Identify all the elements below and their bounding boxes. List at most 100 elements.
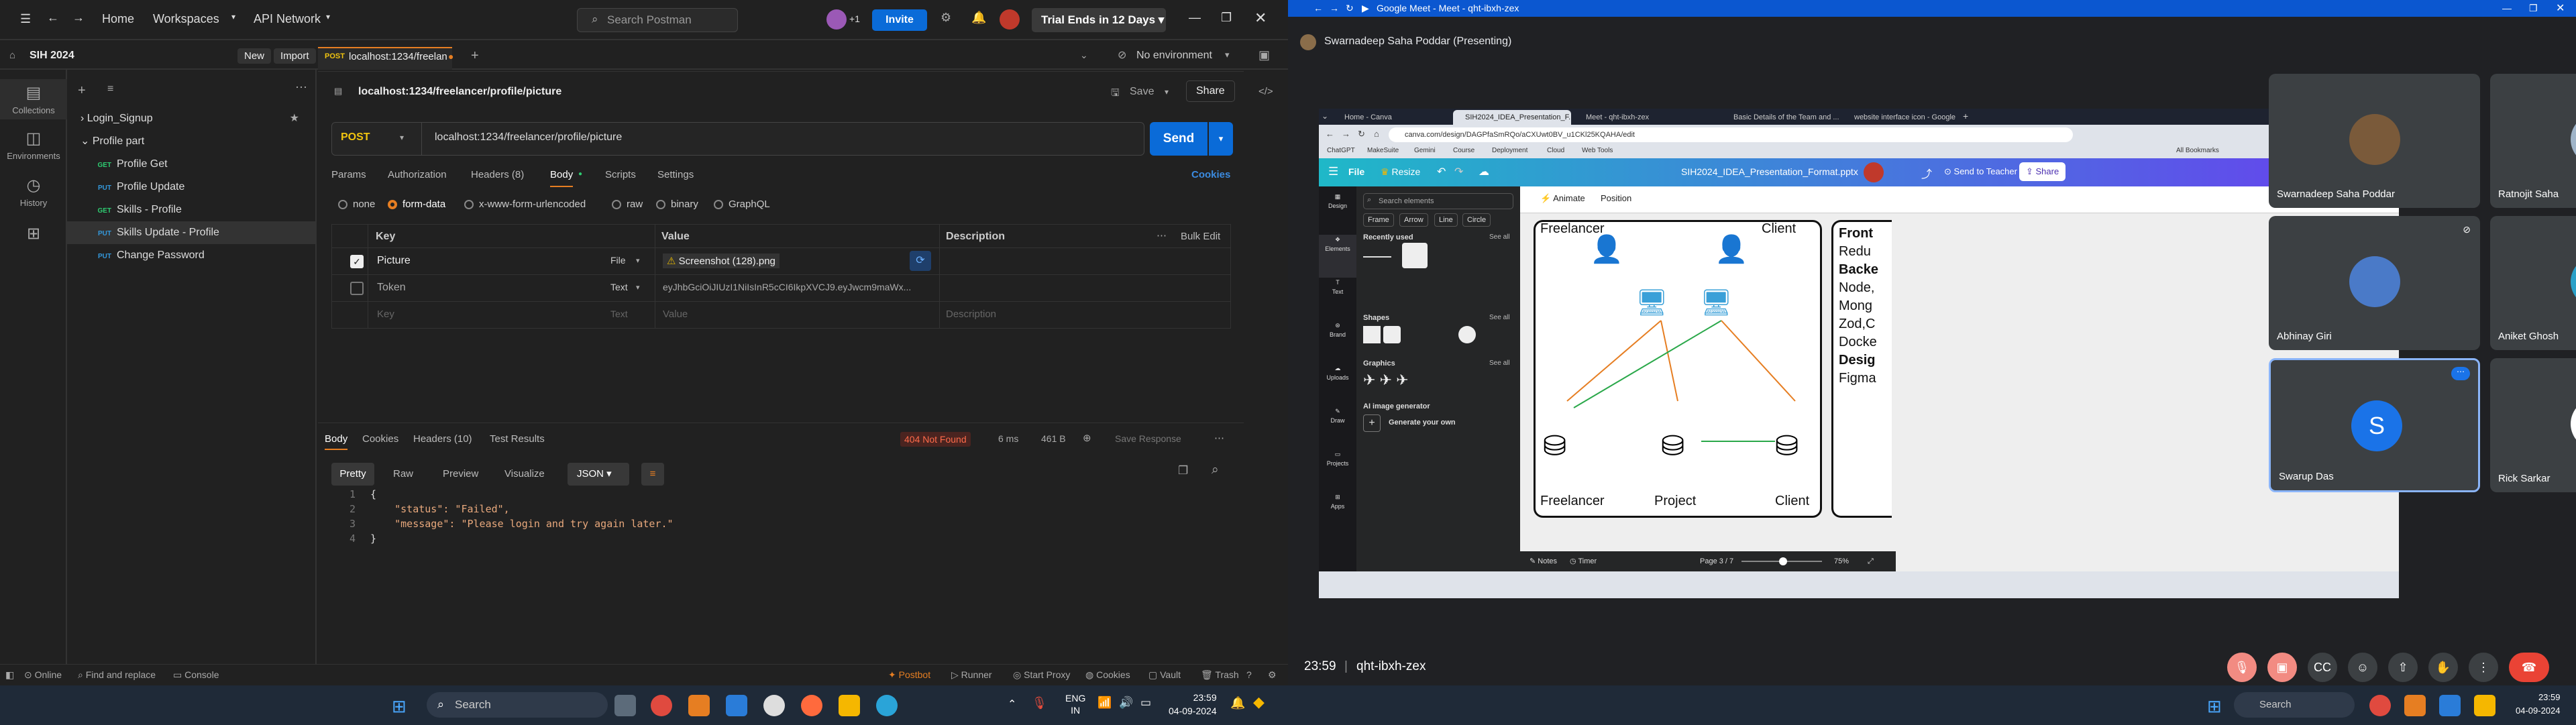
address-bar[interactable]: canva.com/design/DAGPfaSmRQo/aCXUwt0BV_u… xyxy=(1389,127,2073,142)
tab-headers[interactable]: Headers (8) xyxy=(471,169,524,180)
tabs-menu-icon[interactable]: ⌄ xyxy=(1080,50,1088,61)
add-icon[interactable]: + xyxy=(78,83,86,99)
new-tab-icon[interactable]: + xyxy=(1963,111,1968,121)
back-icon[interactable]: ← xyxy=(1313,0,1323,17)
windows-start-icon[interactable]: ⊞ xyxy=(392,696,407,717)
mic-icon[interactable]: 🎙 xyxy=(1032,696,1047,710)
tree-item-request[interactable]: PUT Profile Update xyxy=(67,176,317,199)
user-avatar[interactable] xyxy=(1000,9,1020,30)
format-select[interactable]: JSON ▾ xyxy=(568,463,629,486)
folder-icon[interactable] xyxy=(2474,695,2496,716)
shape-rounded-square[interactable] xyxy=(1383,326,1401,343)
more-options-button[interactable]: ⋮ xyxy=(2469,653,2498,682)
tree-item-request[interactable]: PUT Change Password xyxy=(67,244,317,267)
new-button[interactable]: New xyxy=(237,48,272,64)
kv-type-select[interactable]: Text xyxy=(610,309,628,319)
browser-tab[interactable]: website interface icon - Google xyxy=(1842,110,1960,125)
row-checkbox[interactable] xyxy=(350,282,364,295)
maximize-icon[interactable]: ❐ xyxy=(2529,0,2538,17)
app-icon[interactable] xyxy=(801,695,822,716)
bell-icon[interactable]: 🔔 xyxy=(971,11,986,25)
side-apps[interactable]: ⊞ Apps xyxy=(1319,492,1356,535)
browser-tab[interactable]: Home - Canva xyxy=(1332,110,1450,125)
kv-key-placeholder[interactable]: Key xyxy=(377,309,394,320)
page-indicator[interactable]: Page 3 / 7 xyxy=(1700,551,1733,571)
response-tab-tests[interactable]: Test Results xyxy=(490,433,545,445)
leave-call-button[interactable]: ☎ xyxy=(2509,653,2549,682)
settings-icon[interactable]: ⚙ xyxy=(1268,665,1277,685)
raise-hand-button[interactable]: ✋ xyxy=(2428,653,2458,682)
battery-icon[interactable]: ▭ xyxy=(1140,696,1151,710)
chip-arrow[interactable]: Arrow xyxy=(1399,213,1428,227)
browser-tab[interactable]: Meet - qht-ibxh-zex xyxy=(1574,110,1692,125)
radio-graphql[interactable] xyxy=(714,200,723,209)
camera-off-button[interactable]: ▣ xyxy=(2267,653,2297,682)
layout-icon[interactable]: ▣ xyxy=(1258,48,1270,62)
new-tab-icon[interactable]: + xyxy=(471,48,479,64)
help-icon[interactable]: ? xyxy=(1246,665,1252,685)
chip-circle[interactable]: Circle xyxy=(1462,213,1491,227)
bookmark[interactable]: ChatGPT xyxy=(1327,147,1355,154)
view-preview[interactable]: Preview xyxy=(443,468,478,480)
redo-icon[interactable]: ↷ xyxy=(1454,165,1463,178)
side-design[interactable]: ▦ Design xyxy=(1319,192,1356,235)
home-link[interactable]: Home xyxy=(102,12,134,26)
clock[interactable]: 23:59 04-09-2024 xyxy=(1169,691,1217,718)
bell-icon[interactable]: 🔔 xyxy=(1230,696,1245,710)
url-input[interactable]: localhost:1234/freelancer/profile/pictur… xyxy=(435,131,622,144)
present-button[interactable]: ⇧ xyxy=(2388,653,2418,682)
rail-history[interactable]: ◷ History xyxy=(0,176,67,208)
task-view-icon[interactable] xyxy=(614,695,636,716)
menu-icon[interactable]: ☰ xyxy=(1328,165,1338,178)
captions-button[interactable]: CC xyxy=(2308,653,2337,682)
kv-type-select[interactable]: Text xyxy=(610,282,628,292)
upload-icon[interactable]: ⟳ xyxy=(910,251,931,271)
filter-icon[interactable]: ≡ xyxy=(107,83,113,95)
generate-plus-icon[interactable]: + xyxy=(1363,414,1381,432)
rail-flows[interactable]: ⊞ xyxy=(0,224,67,246)
minimize-icon[interactable]: — xyxy=(1189,11,1201,25)
close-icon[interactable]: ✕ xyxy=(2556,0,2565,17)
vscode-icon[interactable] xyxy=(726,695,747,716)
browser-tab-active[interactable]: SIH2024_IDEA_Presentation_F... xyxy=(1453,110,1571,125)
share-button[interactable]: Share xyxy=(1186,80,1235,102)
see-all-link[interactable]: See all xyxy=(1489,314,1510,321)
doc-title[interactable]: SIH2024_IDEA_Presentation_Format.pptx xyxy=(1681,166,1858,177)
chrome-icon[interactable] xyxy=(651,695,672,716)
send-teacher-button[interactable]: ⊙ Send to Teacher xyxy=(1944,166,2017,177)
more-icon[interactable]: ⋯ xyxy=(295,80,307,95)
copilot-icon[interactable]: ◆ xyxy=(1253,693,1265,711)
chrome-icon[interactable] xyxy=(2369,695,2391,716)
bookmark[interactable]: Course xyxy=(1453,147,1474,154)
side-projects[interactable]: ▭ Projects xyxy=(1319,449,1356,492)
elements-search[interactable]: Search elements xyxy=(1363,193,1513,209)
file-chip[interactable]: ⚠ Screenshot (128).png xyxy=(663,254,780,268)
trial-button[interactable]: Trial Ends in 12 Days ▾ xyxy=(1032,8,1166,32)
status-trash[interactable]: 🗑 Trash xyxy=(1201,665,1239,685)
tab-scripts[interactable]: Scripts xyxy=(605,169,636,180)
shape-circle[interactable] xyxy=(1458,326,1476,343)
send-options-button[interactable]: ▾ xyxy=(1209,122,1233,156)
more-options-icon[interactable]: ⋯ xyxy=(2451,367,2470,380)
maximize-icon[interactable]: ❐ xyxy=(1221,11,1232,25)
bookmark[interactable]: Gemini xyxy=(1414,147,1436,154)
bookmark[interactable]: Deployment xyxy=(1492,147,1527,154)
more-icon[interactable]: ⋯ xyxy=(1214,432,1224,444)
tree-item-login-signup[interactable]: › Login_Signup ★ xyxy=(67,107,317,130)
analytics-icon[interactable]: ⤴ xyxy=(1921,165,1932,181)
menu-icon[interactable]: ☰ xyxy=(20,12,31,26)
avatar[interactable] xyxy=(826,9,847,30)
environment-selector[interactable]: No environment xyxy=(1136,50,1212,62)
participant-tile[interactable]: Swarnadeep Saha Poddar xyxy=(2269,74,2480,208)
browser-tab[interactable]: Basic Details of the Team and ... xyxy=(1721,110,1839,125)
telegram-icon[interactable] xyxy=(876,695,898,716)
participant-tile[interactable]: Ratnojit Saha⊘ xyxy=(2490,74,2576,208)
settings-icon[interactable]: ⚙ xyxy=(941,11,951,25)
side-brand[interactable]: ⊛ Brand xyxy=(1319,321,1356,364)
layout-icon[interactable]: ◧ xyxy=(5,665,14,685)
collaborator-avatar[interactable] xyxy=(1864,162,1884,182)
tree-item-request[interactable]: GET Skills - Profile xyxy=(67,199,317,221)
workspaces-menu[interactable]: Workspaces xyxy=(153,12,219,26)
view-raw[interactable]: Raw xyxy=(393,468,413,480)
recent-line-element[interactable] xyxy=(1363,256,1391,258)
